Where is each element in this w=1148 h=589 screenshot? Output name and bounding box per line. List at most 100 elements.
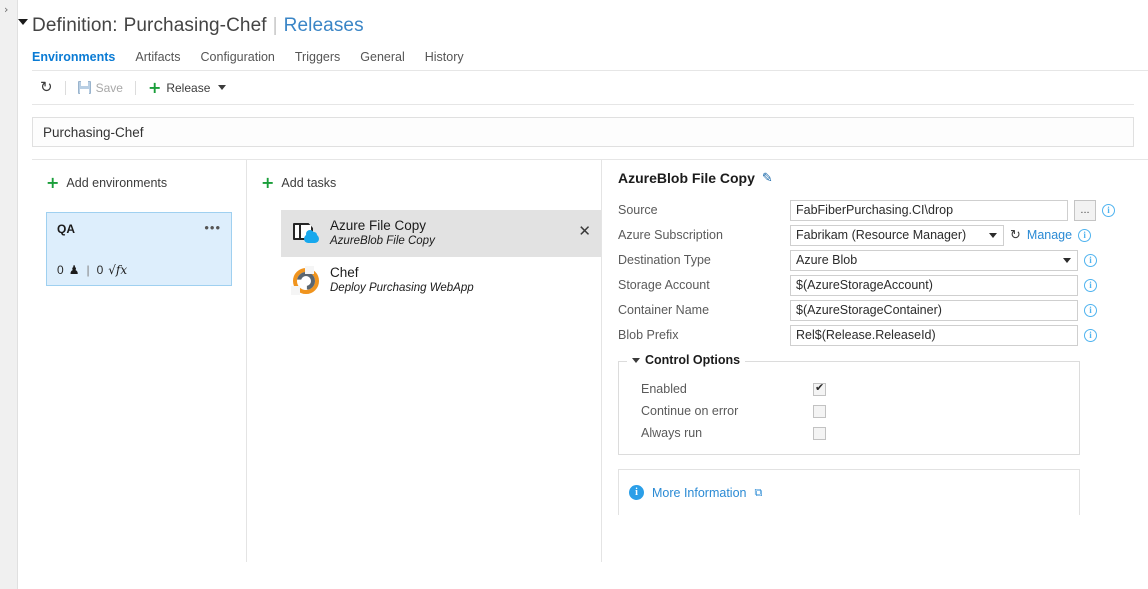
source-browse-button[interactable]: ... xyxy=(1074,199,1096,221)
info-icon[interactable]: i xyxy=(1084,328,1097,342)
left-rail: › xyxy=(0,0,18,589)
control-option-label: Enabled xyxy=(641,382,687,396)
environment-name: QA xyxy=(57,222,75,236)
tab-environments[interactable]: Environments xyxy=(32,50,115,64)
control-option-label: Continue on error xyxy=(641,404,739,418)
floppy-disk-icon xyxy=(77,81,91,94)
info-icon[interactable]: i xyxy=(1078,228,1092,242)
always-run-checkbox[interactable] xyxy=(813,426,826,440)
expand-rail-chevron-right-icon[interactable]: › xyxy=(4,4,8,15)
add-environments-button[interactable]: + Add environments xyxy=(32,172,246,194)
add-environments-label: Add environments xyxy=(66,176,168,190)
field-label: Source xyxy=(618,203,658,217)
plus-icon: + xyxy=(147,77,162,97)
field-container-name: Container Name i xyxy=(618,298,1134,322)
chevron-down-icon xyxy=(218,85,227,90)
approvers-count: 0 xyxy=(57,263,64,277)
info-icon[interactable]: i xyxy=(1084,278,1097,292)
task-title: Chef xyxy=(330,265,359,280)
add-tasks-label: Add tasks xyxy=(281,176,337,190)
azure-subscription-select[interactable]: Fabrikam (Resource Manager) xyxy=(790,224,1004,246)
control-options-label: Control Options xyxy=(645,353,741,367)
page-title-prefix: Definition: xyxy=(32,15,118,36)
more-information-link[interactable]: More Information xyxy=(652,486,746,500)
page-title-definition-name: Purchasing-Chef xyxy=(123,15,267,36)
task-text: Chef Deploy Purchasing WebApp xyxy=(330,265,474,296)
remove-task-close-icon[interactable]: ✕ xyxy=(578,224,591,239)
info-icon[interactable]: i xyxy=(1084,303,1097,317)
tab-general[interactable]: General xyxy=(360,50,404,64)
info-icon[interactable]: i xyxy=(1102,203,1115,217)
add-tasks-button[interactable]: + Add tasks xyxy=(247,172,601,194)
pencil-icon[interactable]: ✎ xyxy=(762,171,773,186)
definition-name-input[interactable] xyxy=(32,117,1134,147)
app-root: › Definition: Purchasing-Chef | Releases… xyxy=(0,0,1148,589)
container-name-input[interactable] xyxy=(790,299,1078,321)
environment-stats: 0 ♟ | 0 √fx xyxy=(57,263,127,277)
storage-account-input[interactable] xyxy=(790,274,1078,296)
task-detail-panel: AzureBlob File Copy ✎ Source ... i Azure… xyxy=(602,160,1148,562)
field-azure-subscription: Azure Subscription Fabrikam (Resource Ma… xyxy=(618,223,1134,247)
definition-name-row xyxy=(18,105,1148,147)
toolbar: ↻ Save + Release xyxy=(32,71,1134,105)
control-option-enabled: Enabled xyxy=(619,378,1079,400)
task-subtitle: Deploy Purchasing WebApp xyxy=(330,282,474,294)
tab-history[interactable]: History xyxy=(425,50,464,64)
stats-divider: | xyxy=(86,263,90,277)
save-button[interactable]: Save xyxy=(70,75,131,101)
chevron-down-icon xyxy=(989,232,997,238)
enabled-checkbox[interactable] xyxy=(813,381,826,396)
manage-link[interactable]: Manage xyxy=(1027,228,1072,242)
task-group-expander-icon[interactable] xyxy=(18,19,28,25)
task-row[interactable]: Azure File Copy AzureBlob File Copy ✕ xyxy=(281,210,601,257)
task-row[interactable]: Chef Deploy Purchasing WebApp xyxy=(281,257,601,304)
external-link-icon[interactable]: ⧉ xyxy=(754,486,762,500)
tasks-column: + Add tasks Azure File Copy AzureBlob Fi… xyxy=(18,19,602,562)
plus-icon: + xyxy=(261,173,275,192)
field-destination-type: Destination Type Azure Blob i xyxy=(618,248,1134,272)
page-title-separator: | xyxy=(272,15,278,36)
more-information-box: i More Information ⧉ xyxy=(618,469,1080,515)
chevron-down-icon xyxy=(1063,257,1071,263)
refresh-subscriptions-icon[interactable]: ↻ xyxy=(1010,229,1021,242)
tab-triggers[interactable]: Triggers xyxy=(295,50,340,64)
task-text: Azure File Copy AzureBlob File Copy xyxy=(330,218,435,249)
destination-type-select[interactable]: Azure Blob xyxy=(790,249,1078,271)
editor-columns: + Add environments QA ••• 0 ♟ | 0 √fx + … xyxy=(18,19,1148,562)
page-title: Definition: Purchasing-Chef | Releases xyxy=(32,14,1148,38)
field-label: Azure Subscription xyxy=(618,228,723,242)
fx-icon: √fx xyxy=(108,263,128,277)
environments-column: + Add environments QA ••• 0 ♟ | 0 √fx xyxy=(32,160,247,562)
field-label: Container Name xyxy=(618,303,710,317)
release-button[interactable]: + Release xyxy=(140,75,234,101)
environment-menu-ellipsis-icon[interactable]: ••• xyxy=(204,221,221,234)
azure-file-copy-icon xyxy=(291,219,321,249)
task-title: Azure File Copy xyxy=(330,218,427,233)
continue-on-error-checkbox[interactable] xyxy=(813,404,826,418)
info-filled-icon: i xyxy=(629,485,644,500)
variables-count: 0 xyxy=(96,263,104,277)
control-options-legend[interactable]: Control Options xyxy=(627,353,746,367)
refresh-icon: ↻ xyxy=(40,78,53,96)
source-input[interactable] xyxy=(790,199,1068,221)
refresh-button[interactable]: ↻ xyxy=(32,75,61,101)
blob-prefix-input[interactable] xyxy=(790,324,1078,346)
tab-artifacts[interactable]: Artifacts xyxy=(135,50,180,64)
environment-card-qa[interactable]: QA ••• 0 ♟ | 0 √fx xyxy=(46,212,232,286)
task-list: Azure File Copy AzureBlob File Copy ✕ Ch… xyxy=(18,19,601,304)
control-options-group: Control Options Enabled Continue on erro… xyxy=(618,353,1080,455)
task-detail-title-text: AzureBlob File Copy xyxy=(618,170,755,186)
tab-bar: Environments Artifacts Configuration Tri… xyxy=(32,50,1148,71)
page-header: Definition: Purchasing-Chef | Releases xyxy=(18,0,1148,38)
field-label: Storage Account xyxy=(618,278,710,292)
info-icon[interactable]: i xyxy=(1084,253,1097,267)
field-label: Blob Prefix xyxy=(618,328,679,342)
page-title-releases-link[interactable]: Releases xyxy=(284,14,364,38)
toolbar-divider-2 xyxy=(134,80,136,95)
task-subtitle: AzureBlob File Copy xyxy=(330,235,435,247)
save-button-label: Save xyxy=(95,80,123,95)
control-option-always-run: Always run xyxy=(619,422,1079,444)
task-detail-title: AzureBlob File Copy ✎ xyxy=(618,170,1134,186)
control-option-label: Always run xyxy=(641,426,703,440)
tab-configuration[interactable]: Configuration xyxy=(201,50,275,64)
